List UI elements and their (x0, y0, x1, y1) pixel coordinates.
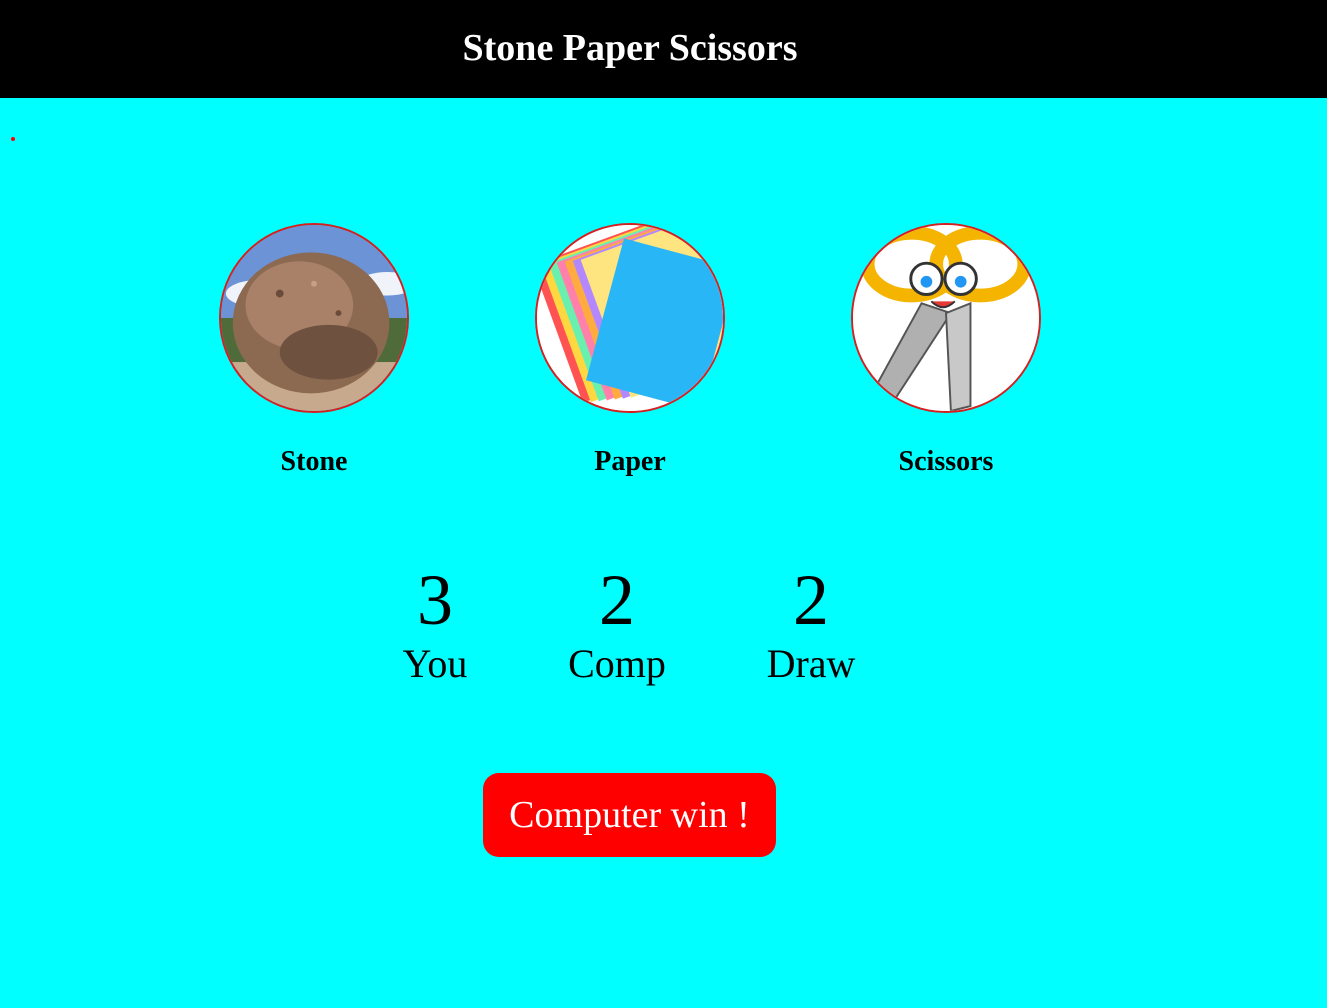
score-comp-value: 2 (599, 560, 635, 640)
choice-paper[interactable] (535, 223, 725, 413)
score-draw: 2 Draw (731, 560, 891, 688)
choice-stone[interactable] (219, 223, 409, 413)
status-dot (11, 137, 15, 141)
score-you-value: 3 (417, 560, 453, 640)
choice-scissors[interactable] (851, 223, 1041, 413)
score-you-label: You (402, 641, 468, 686)
scissors-image (853, 225, 1039, 411)
page-title: Stone Paper Scissors (462, 27, 798, 69)
stone-image (221, 225, 407, 411)
score-comp-label: Comp (568, 641, 666, 686)
score-you: 3 You (355, 560, 515, 688)
choice-label-scissors: Scissors (898, 446, 994, 477)
score-draw-value: 2 (793, 560, 829, 640)
choice-label-stone: Stone (280, 446, 348, 477)
result-message: Computer win ! (483, 773, 776, 857)
choice-label-paper: Paper (594, 446, 666, 477)
score-draw-label: Draw (766, 641, 856, 686)
score-comp: 2 Comp (537, 560, 697, 688)
app-header: Stone Paper Scissors (0, 0, 1327, 98)
paper-image (537, 225, 723, 411)
